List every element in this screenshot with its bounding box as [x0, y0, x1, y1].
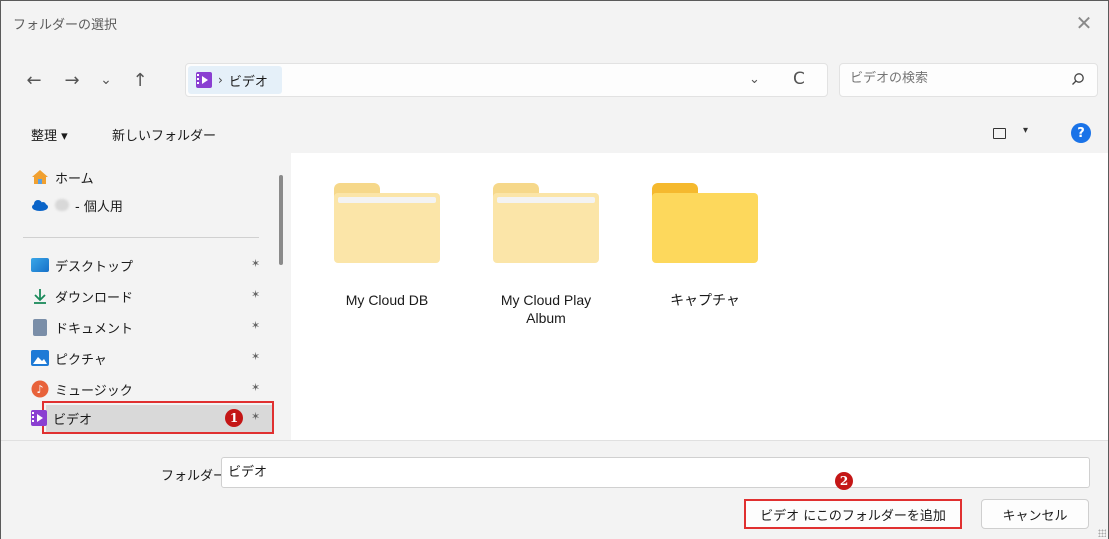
sidebar-item-label: ダウンロード	[55, 290, 134, 306]
home-icon	[32, 170, 48, 184]
sidebar-item-label: デスクトップ	[55, 259, 134, 275]
folder-body	[493, 193, 599, 263]
bottom-panel: フォルダー: ビデオ 2 ビデオ にこのフォルダーを追加 キャンセル	[1, 440, 1108, 539]
add-folder-button[interactable]: ビデオ にこのフォルダーを追加	[744, 499, 962, 529]
pin-icon[interactable]: ✶	[251, 381, 260, 394]
view-dropdown-icon[interactable]: ▾	[1023, 125, 1028, 136]
search-box[interactable]	[839, 63, 1098, 97]
sidebar-item-videos[interactable]: ビデオ 1 ✶	[31, 404, 281, 432]
step-2-badge: 2	[835, 472, 853, 490]
videos-icon	[196, 72, 212, 88]
blurred-username	[55, 199, 69, 211]
organize-menu[interactable]: 整理 ▾	[31, 125, 68, 144]
sidebar-item-music[interactable]: ♪ ミュージック ✶	[31, 375, 281, 403]
view-mode-icon[interactable]	[993, 128, 1006, 139]
search-icon[interactable]	[1071, 72, 1085, 86]
sidebar-item-label: - 個人用	[75, 199, 123, 215]
navigation-bar: ← → ⌄ ↑ › ビデオ ⌄ C	[1, 47, 1108, 117]
document-icon	[33, 318, 47, 336]
pin-icon[interactable]: ✶	[251, 319, 260, 332]
sidebar-item-label: ビデオ	[53, 412, 93, 428]
breadcrumb[interactable]: › ビデオ	[188, 66, 282, 94]
folder-paper	[497, 197, 595, 203]
folder-body	[652, 193, 758, 263]
folder-icon	[334, 179, 440, 263]
sidebar-item-pictures[interactable]: ピクチャ ✶	[31, 344, 281, 372]
pin-icon[interactable]: ✶	[251, 350, 260, 363]
up-arrow-icon[interactable]: ↑	[125, 65, 155, 95]
pictures-icon	[31, 350, 49, 366]
folder-item[interactable]: キャプチャ	[635, 179, 775, 309]
window-title: フォルダーの選択	[13, 18, 118, 33]
new-folder-button[interactable]: 新しいフォルダー	[112, 125, 216, 144]
refresh-icon[interactable]: C	[793, 69, 805, 89]
desktop-icon	[31, 258, 49, 272]
pin-icon[interactable]: ✶	[251, 410, 260, 423]
folder-field-label: フォルダー:	[161, 469, 231, 484]
folder-name: My Cloud DB	[345, 292, 429, 308]
sidebar-item-label: ミュージック	[55, 383, 133, 399]
cancel-button[interactable]: キャンセル	[981, 499, 1089, 529]
address-dropdown-icon[interactable]: ⌄	[749, 72, 760, 87]
recent-locations-chevron-icon[interactable]: ⌄	[91, 65, 121, 95]
search-input[interactable]	[850, 71, 1050, 86]
help-icon[interactable]: ?	[1071, 123, 1091, 143]
folder-body	[334, 193, 440, 263]
address-bar[interactable]: › ビデオ ⌄ C	[185, 63, 828, 97]
folder-name: キャプチャ	[670, 292, 740, 308]
title-bar: フォルダーの選択 ✕	[1, 1, 1108, 47]
music-icon: ♪	[31, 380, 49, 398]
download-icon	[34, 289, 46, 304]
sidebar-item-home[interactable]: ホーム	[31, 163, 281, 191]
sidebar-item-documents[interactable]: ドキュメント ✶	[31, 313, 281, 341]
sidebar-item-desktop[interactable]: デスクトップ ✶	[31, 251, 281, 279]
folder-name-field[interactable]: ビデオ	[221, 457, 1090, 488]
navigation-pane: ホーム - 個人用 デスクトップ ✶ ダウンロード ✶ ドキュメント ✶ ピクチ…	[1, 153, 291, 440]
folder-content-pane: My Cloud DB My Cloud Play Album キャプチャ	[291, 153, 1108, 440]
command-toolbar: 整理 ▾ 新しいフォルダー ▾ ?	[1, 117, 1108, 153]
back-arrow-icon[interactable]: ←	[19, 65, 49, 95]
onedrive-cloud-icon	[32, 200, 48, 211]
forward-arrow-icon[interactable]: →	[57, 65, 87, 95]
pin-icon[interactable]: ✶	[251, 257, 260, 270]
folder-name: My Cloud Play Album	[500, 292, 592, 326]
folder-icon	[652, 179, 758, 263]
sidebar-item-onedrive[interactable]: - 個人用	[31, 191, 281, 219]
breadcrumb-videos[interactable]: ビデオ	[229, 71, 268, 90]
close-icon[interactable]: ✕	[1070, 9, 1098, 37]
step-1-badge: 1	[225, 409, 243, 427]
folder-item[interactable]: My Cloud DB	[317, 179, 457, 309]
folder-select-dialog: フォルダーの選択 ✕ ← → ⌄ ↑ › ビデオ ⌄ C 整理 ▾ 新しいフォル	[0, 0, 1109, 539]
sidebar-item-downloads[interactable]: ダウンロード ✶	[31, 282, 281, 310]
folder-icon	[493, 179, 599, 263]
folder-item[interactable]: My Cloud Play Album	[476, 179, 616, 327]
sidebar-item-label: ホーム	[55, 171, 94, 187]
sidebar-item-label: ピクチャ	[55, 352, 107, 368]
videos-icon	[31, 410, 47, 426]
sidebar-item-label: ドキュメント	[55, 321, 134, 337]
folder-paper	[338, 197, 436, 203]
resize-grip-icon[interactable]	[1098, 529, 1106, 537]
sidebar-divider	[23, 237, 259, 238]
svg-text:♪: ♪	[36, 383, 43, 396]
pin-icon[interactable]: ✶	[251, 288, 260, 301]
breadcrumb-separator-icon: ›	[218, 73, 223, 87]
